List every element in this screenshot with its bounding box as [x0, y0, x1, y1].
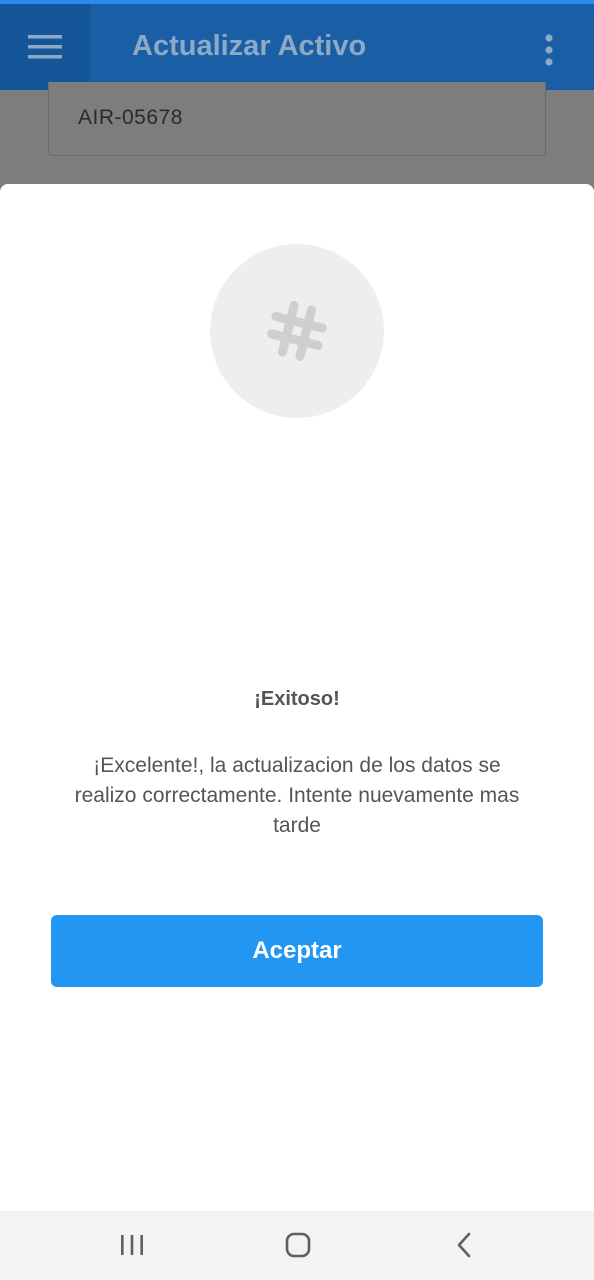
screen: Actualizar Activo AIR-05678 ¡Exitoso! ¡E…	[0, 0, 594, 1280]
menu-button[interactable]	[0, 4, 90, 90]
app-bar: Actualizar Activo	[0, 0, 594, 90]
asset-code-value: AIR-05678	[78, 106, 183, 129]
home-icon	[285, 1232, 311, 1258]
dialog-icon-container	[210, 244, 384, 418]
recent-apps-icon	[121, 1235, 143, 1255]
success-dialog: ¡Exitoso! ¡Excelente!, la actualizacion …	[0, 184, 594, 1211]
dialog-message: ¡Excelente!, la actualizacion de los dat…	[74, 754, 520, 837]
asset-code-field[interactable]: AIR-05678	[48, 82, 546, 156]
hamburger-menu-icon	[28, 35, 62, 59]
more-vertical-icon	[545, 34, 553, 66]
accept-button[interactable]: Aceptar	[51, 915, 543, 987]
hashtag-icon	[267, 301, 327, 361]
back-icon	[457, 1232, 471, 1258]
back-button[interactable]	[442, 1225, 486, 1265]
recent-apps-button[interactable]	[110, 1225, 154, 1265]
dialog-title: ¡Exitoso!	[254, 688, 340, 710]
system-nav-bar	[0, 1211, 594, 1280]
app-title: Actualizar Activo	[132, 30, 367, 62]
home-button[interactable]	[276, 1225, 320, 1265]
overflow-menu-button[interactable]	[534, 30, 564, 70]
